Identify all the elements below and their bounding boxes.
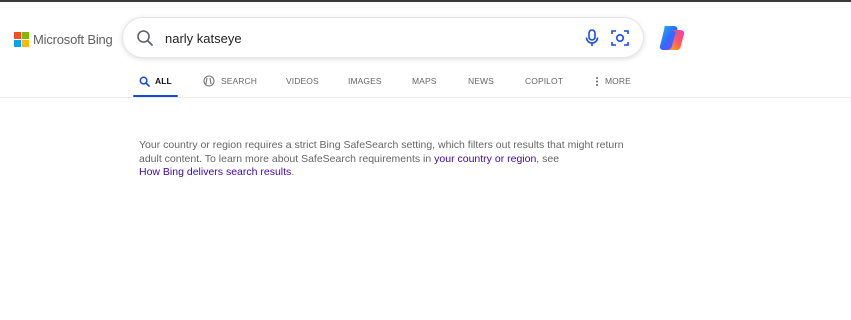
tab-search[interactable]: SEARCH: [202, 66, 257, 96]
tab-more-label: MORE: [605, 76, 631, 86]
tab-all-label: ALL: [155, 76, 172, 86]
tab-copilot-label: COPILOT: [525, 76, 564, 86]
visual-search-icon[interactable]: [609, 27, 631, 49]
tab-news[interactable]: NEWS: [468, 66, 494, 96]
how-bing-delivers-link[interactable]: How Bing delivers search results: [139, 166, 291, 178]
window-top-border: [0, 0, 851, 2]
search-nav-bar: ALL SEARCH VIDEOS IMAGES MAPS NEWS COPIL…: [0, 66, 851, 98]
tab-videos-label: VIDEOS: [286, 76, 319, 86]
copilot-search-icon: [203, 75, 215, 87]
tab-maps[interactable]: MAPS: [412, 66, 437, 96]
tab-images-label: IMAGES: [348, 76, 382, 86]
search-icon: [139, 76, 150, 87]
tab-images[interactable]: IMAGES: [348, 66, 382, 96]
tab-search-label: SEARCH: [221, 76, 258, 86]
search-input[interactable]: [165, 27, 565, 49]
more-vertical-icon: [596, 76, 598, 86]
tab-videos[interactable]: VIDEOS: [286, 66, 319, 96]
microsoft-logo-icon: [14, 31, 29, 47]
notice-text-3: .: [291, 166, 295, 178]
microphone-icon[interactable]: [581, 27, 603, 49]
tab-all[interactable]: ALL: [139, 66, 172, 96]
bing-logo[interactable]: Microsoft Bing: [14, 30, 113, 48]
tab-copilot[interactable]: COPILOT: [525, 66, 563, 96]
search-box[interactable]: [123, 18, 643, 57]
copilot-icon[interactable]: [656, 22, 688, 54]
country-region-link[interactable]: your country or region: [434, 153, 536, 165]
tab-maps-label: MAPS: [412, 76, 437, 86]
safesearch-notice: Your country or region requires a strict…: [139, 139, 639, 180]
tab-more[interactable]: MORE: [594, 66, 631, 96]
logo-text: Microsoft Bing: [33, 31, 113, 47]
tab-news-label: NEWS: [468, 76, 494, 86]
nav-divider: [0, 97, 851, 98]
notice-text-2: , see: [536, 152, 560, 165]
search-icon[interactable]: [135, 28, 155, 48]
